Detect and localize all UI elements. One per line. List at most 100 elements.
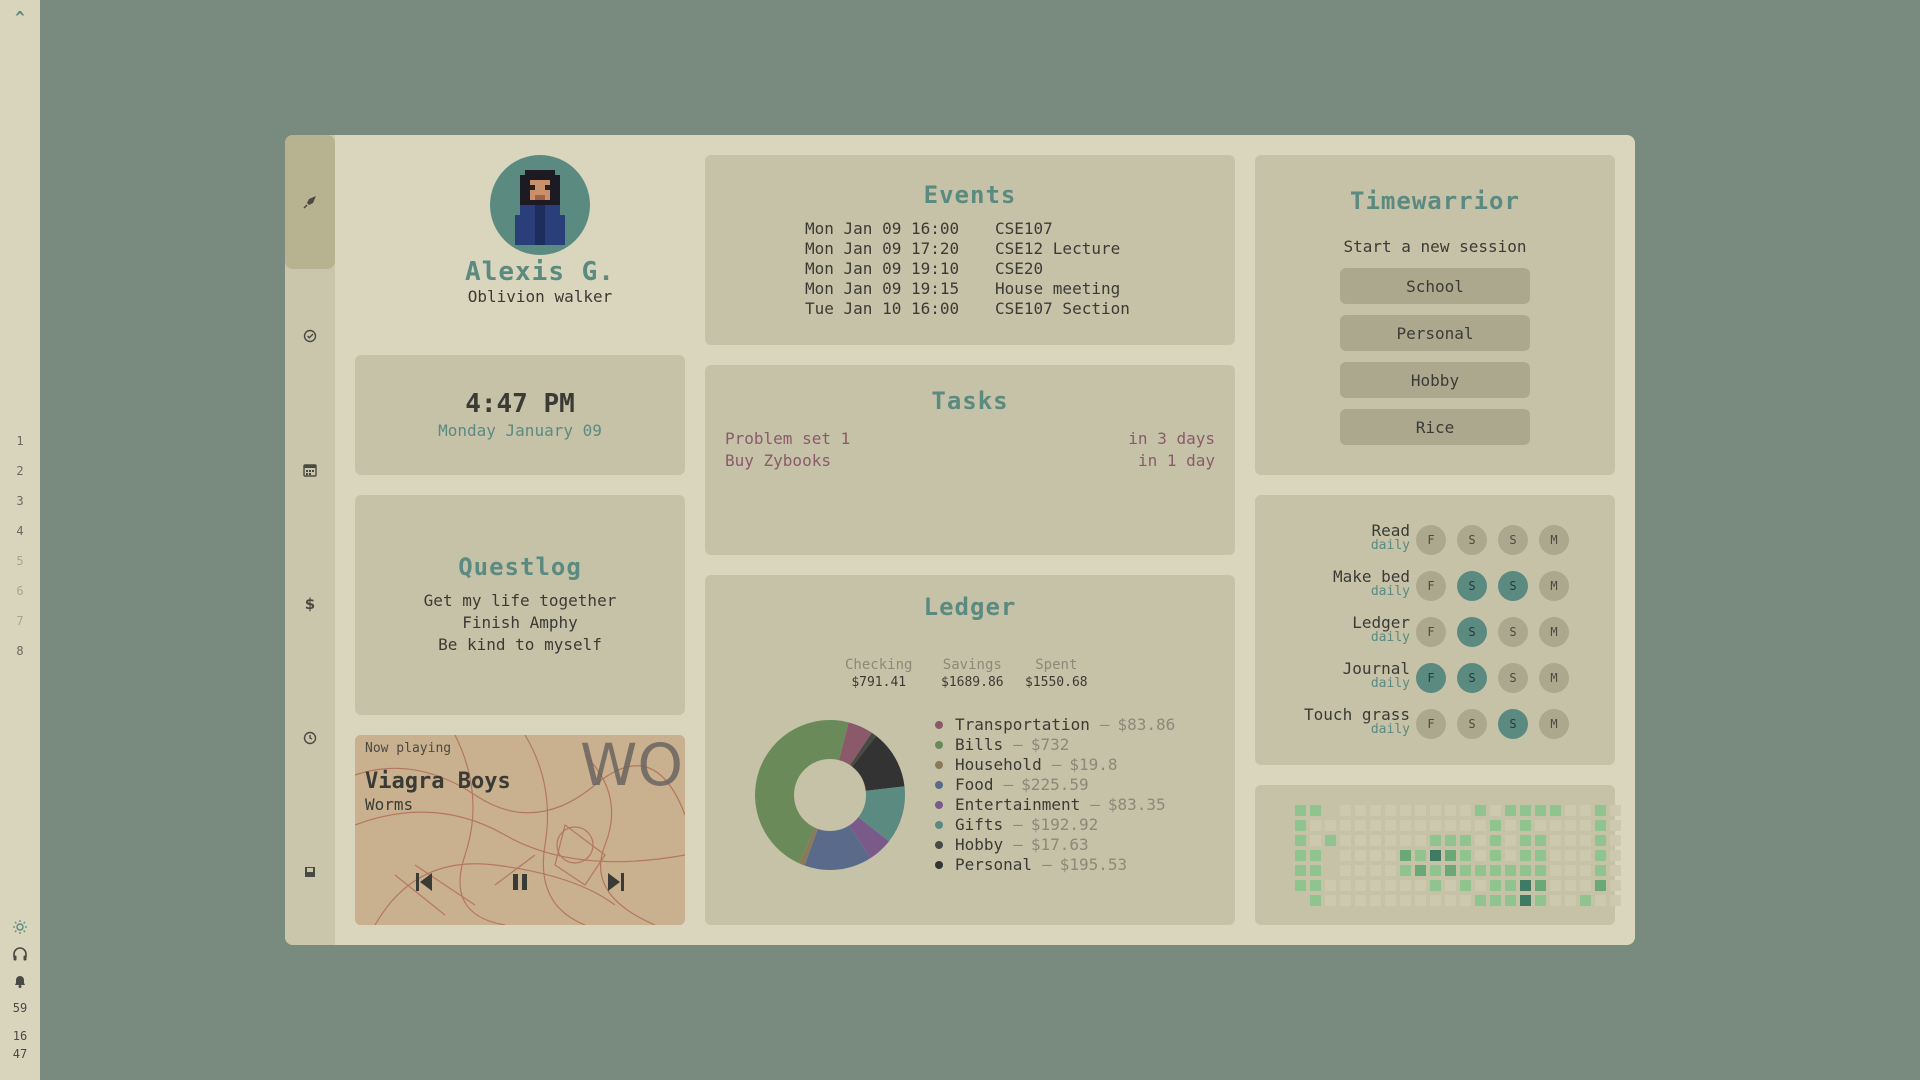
workspace-7[interactable]: 7 <box>0 614 40 628</box>
heatmap-cell <box>1490 850 1501 861</box>
workspace-6[interactable]: 6 <box>0 584 40 598</box>
song-title: Worms <box>365 795 414 814</box>
heatmap-cell <box>1505 835 1516 846</box>
event-name: House meeting <box>995 279 1121 298</box>
heatmap-cell <box>1595 850 1606 861</box>
heatmap-cell <box>1370 835 1381 846</box>
event-row[interactable]: Mon Jan 09 16:00 CSE107 <box>805 219 1130 239</box>
next-button[interactable] <box>601 867 631 897</box>
heatmap-cell <box>1475 850 1486 861</box>
nav-time[interactable] <box>285 671 335 805</box>
clock-card: 4:47 PM Monday January 09 <box>355 355 685 475</box>
session-rice-button[interactable]: Rice <box>1340 409 1530 445</box>
session-personal-button[interactable]: Personal <box>1340 315 1530 351</box>
nav-calendar[interactable] <box>285 403 335 537</box>
heatmap-cell <box>1610 820 1621 831</box>
heatmap-cell <box>1445 865 1456 876</box>
heatmap-cell <box>1430 850 1441 861</box>
workspace-3[interactable]: 3 <box>0 494 40 508</box>
heatmap-cell <box>1400 820 1411 831</box>
heatmap-cell <box>1550 820 1561 831</box>
habit-day-toggle[interactable]: M <box>1539 525 1569 555</box>
session-school-button[interactable]: School <box>1340 268 1530 304</box>
habit-day-toggle[interactable]: F <box>1416 663 1446 693</box>
habit-day-toggle[interactable]: M <box>1539 617 1569 647</box>
nav-ledger[interactable]: $ <box>285 537 335 671</box>
brightness-icon[interactable] <box>12 919 28 935</box>
workspace-1[interactable]: 1 <box>0 434 40 448</box>
habit-row: Ledger daily F S S M <box>1255 613 1615 653</box>
heatmap-cell <box>1580 820 1591 831</box>
workspace-8[interactable]: 8 <box>0 644 40 658</box>
previous-button[interactable] <box>409 867 439 897</box>
habit-day-toggle[interactable]: S <box>1498 617 1528 647</box>
habit-day-toggle[interactable]: M <box>1539 709 1569 739</box>
habit-day-toggle[interactable]: S <box>1498 571 1528 601</box>
event-row[interactable]: Mon Jan 09 19:15 House meeting <box>805 279 1130 299</box>
event-row[interactable]: Mon Jan 09 17:20 CSE12 Lecture <box>805 239 1130 259</box>
session-hobby-button[interactable]: Hobby <box>1340 362 1530 398</box>
habit-day-toggle[interactable]: S <box>1457 571 1487 601</box>
nav-tasks[interactable] <box>285 269 335 403</box>
legend-item: Personal – $195.53 <box>935 855 1127 874</box>
habit-day-toggle[interactable]: S <box>1498 525 1528 555</box>
nav-home[interactable] <box>285 135 335 269</box>
heatmap-cell <box>1295 835 1306 846</box>
heatmap-cell <box>1475 865 1486 876</box>
heatmap-cell <box>1415 820 1426 831</box>
heatmap-cell <box>1535 850 1546 861</box>
account-value: $1550.68 <box>1025 675 1088 690</box>
habit-day-toggle[interactable]: F <box>1416 571 1446 601</box>
heatmap-cell <box>1595 895 1606 906</box>
heatmap-cell <box>1535 880 1546 891</box>
habit-day-toggle[interactable]: S <box>1457 663 1487 693</box>
habit-day-toggle[interactable]: S <box>1498 663 1528 693</box>
habit-day-toggle[interactable]: S <box>1498 709 1528 739</box>
headphones-icon[interactable] <box>12 946 28 962</box>
habit-day-toggle[interactable]: F <box>1416 709 1446 739</box>
habit-day-toggle[interactable]: F <box>1416 525 1446 555</box>
heatmap-cell <box>1445 805 1456 816</box>
dollar-icon: $ <box>304 595 316 613</box>
heatmap-cell <box>1430 880 1441 891</box>
habit-day-toggle[interactable]: S <box>1457 617 1487 647</box>
nav-journal[interactable] <box>285 805 335 939</box>
event-row[interactable]: Tue Jan 10 16:00 CSE107 Section <box>805 299 1130 319</box>
heatmap-cell <box>1370 805 1381 816</box>
task-name: Buy Zybooks <box>725 451 831 470</box>
heatmap-cell <box>1370 820 1381 831</box>
heatmap-cell <box>1475 820 1486 831</box>
heatmap-cell <box>1415 805 1426 816</box>
habit-day-toggle[interactable]: M <box>1539 571 1569 601</box>
habit-day-toggle[interactable]: F <box>1416 617 1446 647</box>
heatmap-cell <box>1385 895 1396 906</box>
quest-item: Be kind to myself <box>438 635 602 654</box>
dashboard-panel: $ Alexis G. Oblivion walker 4:47 PM Mond… <box>285 135 1635 945</box>
heatmap-cell <box>1295 850 1306 861</box>
heatmap-cell <box>1565 805 1576 816</box>
heatmap-cell <box>1550 865 1561 876</box>
task-row[interactable]: Problem set 1 in 3 days <box>725 429 1215 448</box>
habit-day-toggle[interactable]: S <box>1457 525 1487 555</box>
bell-icon[interactable] <box>12 973 28 989</box>
heatmap-cell <box>1535 820 1546 831</box>
habit-day-toggle[interactable]: M <box>1539 663 1569 693</box>
heatmap-cell <box>1295 895 1306 906</box>
ledger-card: Ledger Checking $791.41 Savings $1689.86… <box>705 575 1235 925</box>
heatmap-cell <box>1505 820 1516 831</box>
pause-button[interactable] <box>505 867 535 897</box>
launcher-logo[interactable]: ^ <box>0 8 40 27</box>
legend-category: Personal <box>955 855 1033 874</box>
heatmap-cell <box>1520 895 1531 906</box>
heatmap-cell <box>1580 850 1591 861</box>
workspace-5[interactable]: 5 <box>0 554 40 568</box>
legend-amount: $19.8 <box>1069 755 1118 774</box>
workspace-4[interactable]: 4 <box>0 524 40 538</box>
legend-category: Food <box>955 775 994 794</box>
workspace-2[interactable]: 2 <box>0 464 40 478</box>
habit-day-toggle[interactable]: S <box>1457 709 1487 739</box>
task-row[interactable]: Buy Zybooks in 1 day <box>725 451 1215 470</box>
event-row[interactable]: Mon Jan 09 19:10 CSE20 <box>805 259 1130 279</box>
heatmap-cell <box>1415 865 1426 876</box>
heatmap-cell <box>1310 850 1321 861</box>
